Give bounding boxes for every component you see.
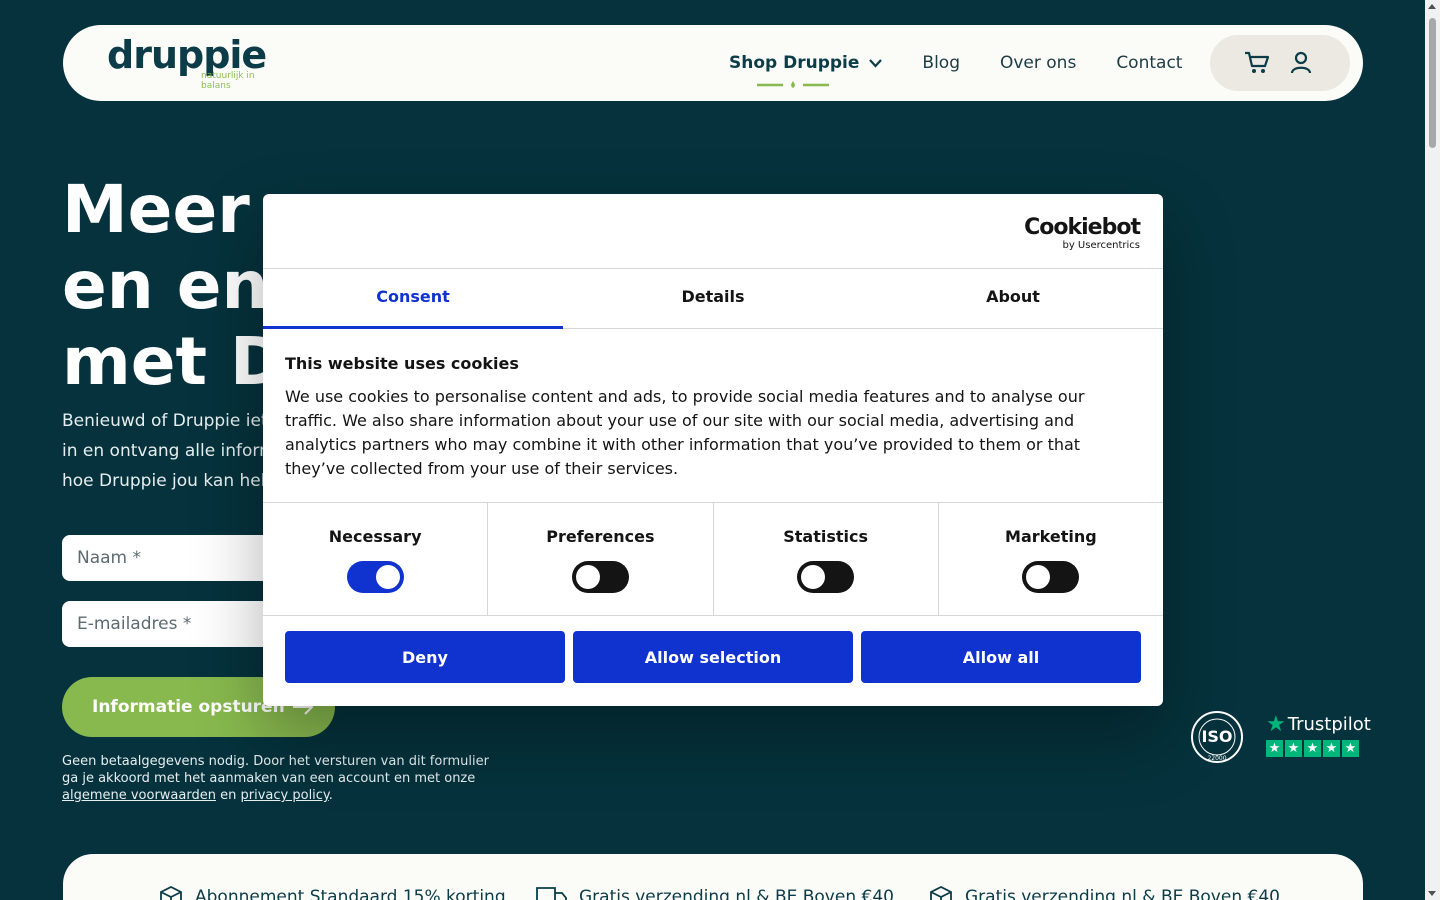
tab-consent[interactable]: Consent bbox=[263, 269, 563, 329]
star-icon: ★ bbox=[1266, 740, 1283, 757]
toggle-knob bbox=[1026, 565, 1051, 589]
category-label: Marketing bbox=[1005, 527, 1097, 546]
box-icon bbox=[160, 886, 182, 900]
dialog-buttons: Deny Allow selection Allow all bbox=[285, 631, 1141, 683]
user-icon[interactable] bbox=[1290, 51, 1312, 75]
main-nav: Shop Druppie Blog Over ons Contact bbox=[729, 53, 1182, 88]
iso-badge: ISO 22000 bbox=[1191, 711, 1243, 763]
form-note: Geen betaalgegevens nodig. Door het vers… bbox=[62, 753, 492, 804]
usp-label: Abonnement Standaard 15% korting bbox=[195, 887, 506, 900]
necessary-toggle[interactable] bbox=[346, 561, 404, 593]
trustpilot-label: Trustpilot bbox=[1287, 714, 1371, 735]
form-note-and: en bbox=[220, 788, 237, 803]
category-preferences: Preferences bbox=[488, 503, 714, 615]
iso-label: ISO bbox=[1201, 727, 1232, 746]
category-marketing: Marketing bbox=[939, 503, 1163, 615]
toggle-knob bbox=[375, 565, 400, 589]
usp-label: Gratis verzending nl & BE Boven €40 bbox=[965, 887, 1280, 900]
cookiebot-subtitle: by Usercentrics bbox=[1062, 240, 1140, 251]
logo-wordmark: druppie bbox=[107, 33, 267, 77]
dialog-header: Cookiebot by Usercentrics bbox=[263, 194, 1163, 269]
privacy-link[interactable]: privacy policy bbox=[241, 788, 329, 803]
usp-item: Abonnement Standaard 15% korting bbox=[159, 886, 506, 900]
toggle-knob bbox=[801, 565, 826, 589]
druppie-logo[interactable]: druppie natuurlijk in balans bbox=[107, 33, 267, 91]
category-necessary: Necessary bbox=[263, 503, 489, 615]
nav-shop-druppie[interactable]: Shop Druppie bbox=[729, 53, 883, 88]
terms-link[interactable]: algemene voorwaarden bbox=[62, 788, 216, 803]
cookiebot-wordmark: Cookiebot bbox=[1024, 215, 1141, 240]
star-icon: ★ bbox=[1266, 712, 1286, 737]
scroll-down-icon[interactable] bbox=[1428, 891, 1436, 896]
trustpilot-badge[interactable]: ★ Trustpilot ★ ★ ★ ★ ★ bbox=[1266, 712, 1371, 757]
usp-item: Gratis verzending nl & BE Boven €40 bbox=[929, 886, 1280, 900]
usp-bar: Abonnement Standaard 15% korting Gratis … bbox=[63, 854, 1363, 900]
form-note-text: Geen betaalgegevens nodig. Door het vers… bbox=[62, 754, 489, 786]
cookiebot-logo[interactable]: Cookiebot by Usercentrics bbox=[1024, 215, 1141, 252]
dialog-heading: This website uses cookies bbox=[285, 354, 519, 373]
nav-over-ons[interactable]: Over ons bbox=[1000, 53, 1076, 73]
statistics-toggle[interactable] bbox=[797, 561, 855, 593]
cookie-categories: Necessary Preferences Statistics Marketi… bbox=[263, 502, 1163, 616]
usp-label: Gratis verzending nl & BE Boven €40 bbox=[579, 887, 894, 900]
trustpilot-wordmark: ★ Trustpilot bbox=[1266, 712, 1371, 737]
scrollbar-thumb[interactable] bbox=[1429, 18, 1436, 148]
page-scrollbar[interactable] bbox=[1425, 0, 1440, 900]
scroll-up-icon[interactable] bbox=[1428, 4, 1436, 9]
nav-blog[interactable]: Blog bbox=[922, 53, 960, 73]
trustpilot-stars: ★ ★ ★ ★ ★ bbox=[1266, 740, 1363, 757]
logo-tagline: natuurlijk in balans bbox=[201, 71, 255, 91]
deny-button[interactable]: Deny bbox=[285, 631, 565, 683]
star-icon: ★ bbox=[1323, 740, 1340, 757]
cart-icon[interactable] bbox=[1244, 51, 1270, 75]
iso-number: 22000 bbox=[1207, 755, 1226, 762]
box-icon bbox=[930, 886, 952, 900]
toggle-knob bbox=[575, 565, 600, 589]
star-icon: ★ bbox=[1285, 740, 1302, 757]
star-icon: ★ bbox=[1342, 740, 1359, 757]
allow-all-button[interactable]: Allow all bbox=[861, 631, 1141, 683]
dialog-body: This website uses cookies We use cookies… bbox=[285, 354, 1105, 481]
site-header: druppie natuurlijk in balans Shop Druppi… bbox=[63, 25, 1363, 101]
active-underline-icon bbox=[757, 81, 829, 88]
nav-contact[interactable]: Contact bbox=[1116, 53, 1182, 73]
cookie-consent-dialog: Cookiebot by Usercentrics Consent Detail… bbox=[263, 194, 1163, 706]
tab-about[interactable]: About bbox=[863, 269, 1163, 328]
dialog-text: We use cookies to personalise content an… bbox=[285, 387, 1085, 478]
form-note-end: . bbox=[328, 788, 333, 803]
category-label: Necessary bbox=[328, 527, 422, 546]
truck-icon bbox=[536, 887, 567, 900]
submit-info-label: Informatie opsturen bbox=[92, 697, 285, 717]
header-actions bbox=[1210, 35, 1350, 91]
star-icon: ★ bbox=[1304, 740, 1321, 757]
preferences-toggle[interactable] bbox=[571, 561, 629, 593]
allow-selection-button[interactable]: Allow selection bbox=[573, 631, 853, 683]
category-statistics: Statistics bbox=[714, 503, 939, 615]
nav-shop-label: Shop Druppie bbox=[729, 53, 860, 73]
usp-item: Gratis verzending nl & BE Boven €40 bbox=[535, 886, 894, 900]
chevron-down-icon bbox=[869, 58, 883, 68]
category-label: Preferences bbox=[546, 527, 655, 546]
marketing-toggle[interactable] bbox=[1022, 561, 1080, 593]
dialog-tabs: Consent Details About bbox=[263, 269, 1163, 329]
category-label: Statistics bbox=[783, 527, 868, 546]
tab-details[interactable]: Details bbox=[563, 269, 863, 328]
